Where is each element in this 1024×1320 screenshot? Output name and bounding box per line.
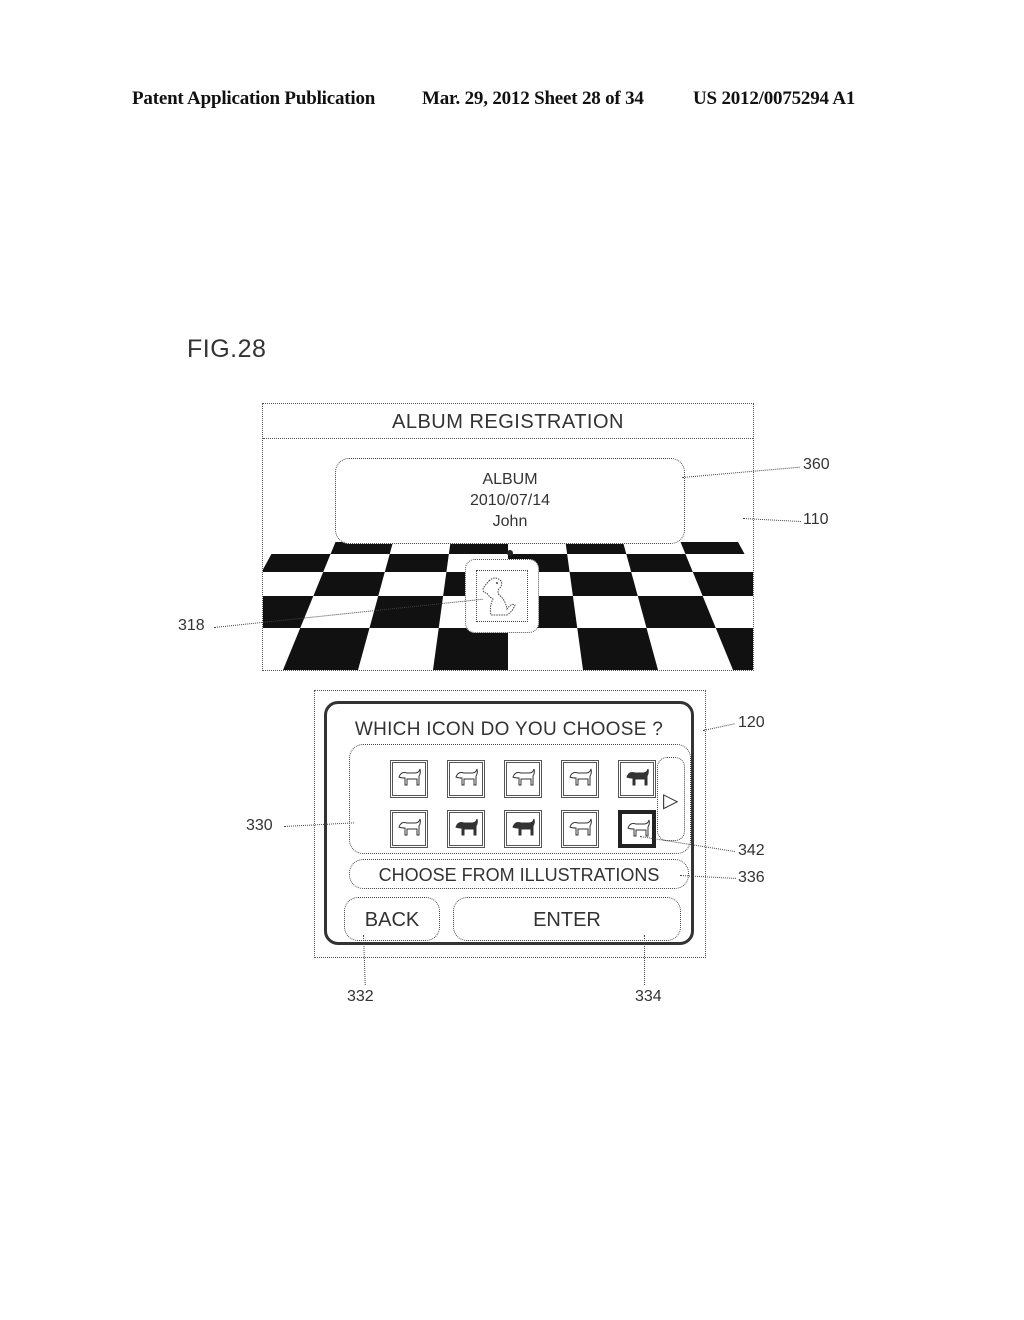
dog-4-icon[interactable]	[561, 760, 599, 798]
dog-10-icon[interactable]	[618, 810, 656, 848]
floor-tile	[369, 596, 444, 628]
floor-tile	[569, 572, 638, 596]
ref-334: 334	[635, 988, 662, 1005]
ref-342: 342	[738, 842, 765, 859]
leader-line	[644, 935, 645, 985]
pin-icon	[507, 550, 513, 556]
dog-icon	[627, 819, 650, 837]
dog-8-icon[interactable]	[504, 810, 542, 848]
floor-tile	[283, 628, 370, 670]
dog-9-icon[interactable]	[561, 810, 599, 848]
album-icon-frame[interactable]	[465, 559, 539, 633]
floor-tile	[263, 596, 314, 628]
publication-label: Patent Application Publication	[132, 88, 376, 109]
screen-title: ALBUM REGISTRATION	[263, 404, 753, 439]
dog-icon	[398, 818, 421, 836]
dog-icon	[512, 768, 535, 786]
album-date: 2010/07/14	[469, 492, 551, 509]
dog-1-icon[interactable]	[390, 760, 428, 798]
dog-icon	[455, 818, 478, 836]
dog-icon	[398, 768, 421, 786]
icon-selection-panel: WHICH ICON DO YOU CHOOSE ? ▷ CHOOSE FROM…	[324, 701, 694, 945]
floor-tile	[715, 628, 753, 670]
triangle-right-icon: ▷	[663, 790, 679, 812]
album-registration-screen: ALBUM REGISTRATION ALBUM 2010/07/14 John	[262, 403, 754, 671]
ref-360: 360	[803, 456, 830, 473]
dog-7-icon[interactable]	[447, 810, 485, 848]
dog-icon	[455, 768, 478, 786]
icon-selection-screen: WHICH ICON DO YOU CHOOSE ? ▷ CHOOSE FROM…	[314, 690, 706, 958]
dog-3-icon[interactable]	[504, 760, 542, 798]
dog-icon	[512, 818, 535, 836]
figure-label: FIG.28	[187, 335, 267, 363]
back-button[interactable]: BACK	[344, 897, 440, 941]
choose-from-illustrations-button[interactable]: CHOOSE FROM ILLUSTRATIONS	[349, 859, 689, 889]
ref-110: 110	[803, 511, 829, 528]
floor-tile	[263, 554, 331, 572]
floor-tile	[384, 554, 449, 572]
dog-5-icon[interactable]	[618, 760, 656, 798]
dog-icon	[569, 818, 592, 836]
floor-tile	[433, 628, 508, 670]
dog-sitting-icon	[476, 570, 528, 622]
icon-grid: ▷	[349, 744, 691, 854]
dog-6-icon[interactable]	[390, 810, 428, 848]
leader-line	[703, 723, 735, 731]
question-text: WHICH ICON DO YOU CHOOSE ?	[354, 719, 664, 740]
album-name: ALBUM	[482, 471, 538, 488]
ref-120: 120	[738, 714, 765, 731]
ref-318: 318	[178, 617, 205, 634]
floor-tile	[626, 554, 693, 572]
album-owner: John	[492, 513, 528, 530]
dog-icon	[569, 768, 592, 786]
floor-tile	[313, 572, 385, 596]
ref-336: 336	[738, 869, 765, 886]
next-page-button[interactable]: ▷	[657, 757, 685, 841]
dog-icon	[626, 768, 649, 786]
floor-tile	[680, 542, 745, 554]
enter-button[interactable]: ENTER	[453, 897, 681, 941]
floor-tile	[692, 572, 753, 596]
floor-tile	[577, 628, 658, 670]
ref-330: 330	[246, 817, 273, 834]
date-sheet-label: Mar. 29, 2012 Sheet 28 of 34	[422, 88, 644, 109]
album-info-box: ALBUM 2010/07/14 John	[335, 458, 685, 544]
patent-number: US 2012/0075294 A1	[693, 88, 856, 109]
ref-332: 332	[347, 988, 374, 1005]
dog-2-icon[interactable]	[447, 760, 485, 798]
floor-tile	[637, 596, 716, 628]
